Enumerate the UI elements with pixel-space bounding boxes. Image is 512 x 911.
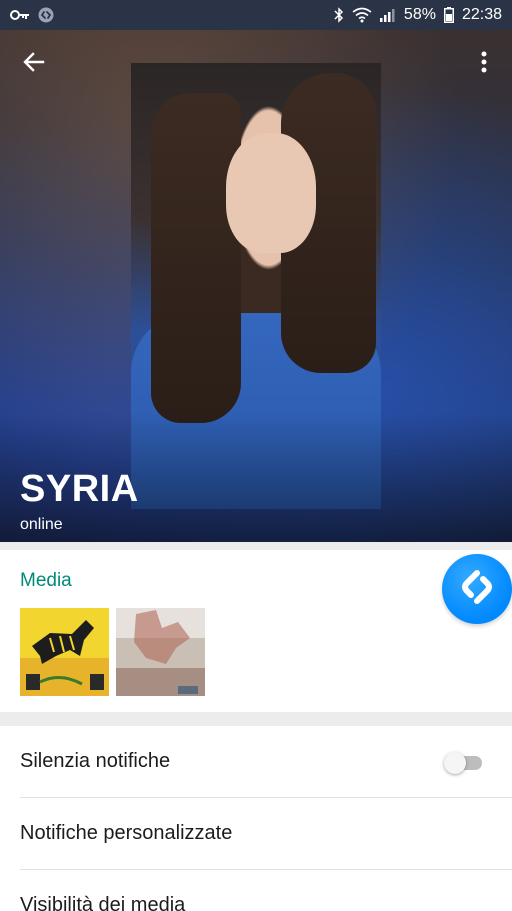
media-thumbnail-zebra[interactable] <box>20 608 109 696</box>
section-divider <box>0 712 512 726</box>
shazam-floating-button[interactable] <box>442 554 512 624</box>
more-vert-icon <box>481 51 487 78</box>
bluetooth-icon <box>334 6 344 24</box>
row-label: Silenzia notifiche <box>20 750 171 772</box>
contact-name: SYRIA <box>20 468 139 510</box>
row-label: Notifiche personalizzate <box>20 822 233 844</box>
shazam-notification-icon <box>38 6 54 24</box>
row-media-visibility[interactable]: Visibilità dei media <box>0 870 512 911</box>
media-thumbnail-relief[interactable] <box>116 608 205 696</box>
media-section: Media <box>0 550 512 712</box>
status-bar: 58% 22:38 <box>0 0 512 30</box>
row-custom-notifications[interactable]: Notifiche personalizzate <box>0 798 512 870</box>
wifi-icon <box>352 6 372 24</box>
row-mute-notifications[interactable]: Silenzia notifiche <box>0 726 512 798</box>
shazam-icon <box>455 565 499 614</box>
photo-face <box>226 133 316 253</box>
clock: 22:38 <box>461 6 502 23</box>
contact-status: online <box>20 516 63 533</box>
signal-icon <box>379 6 396 24</box>
status-bar-right: 58% 22:38 <box>334 6 502 24</box>
status-bar-left <box>10 6 54 24</box>
mute-notifications-toggle[interactable] <box>444 752 484 774</box>
key-icon <box>10 6 30 24</box>
toggle-thumb <box>444 752 466 774</box>
photo-hair-left <box>151 93 241 423</box>
row-label: Visibilità dei media <box>20 894 186 911</box>
arrow-left-icon <box>23 51 45 78</box>
battery-icon <box>443 6 454 24</box>
more-options-button[interactable] <box>464 44 504 84</box>
profile-header: SYRIA online <box>0 30 512 542</box>
media-title[interactable]: Media <box>20 570 72 592</box>
battery-percent: 58% <box>403 6 436 23</box>
back-button[interactable] <box>14 44 54 84</box>
section-divider <box>0 542 512 550</box>
